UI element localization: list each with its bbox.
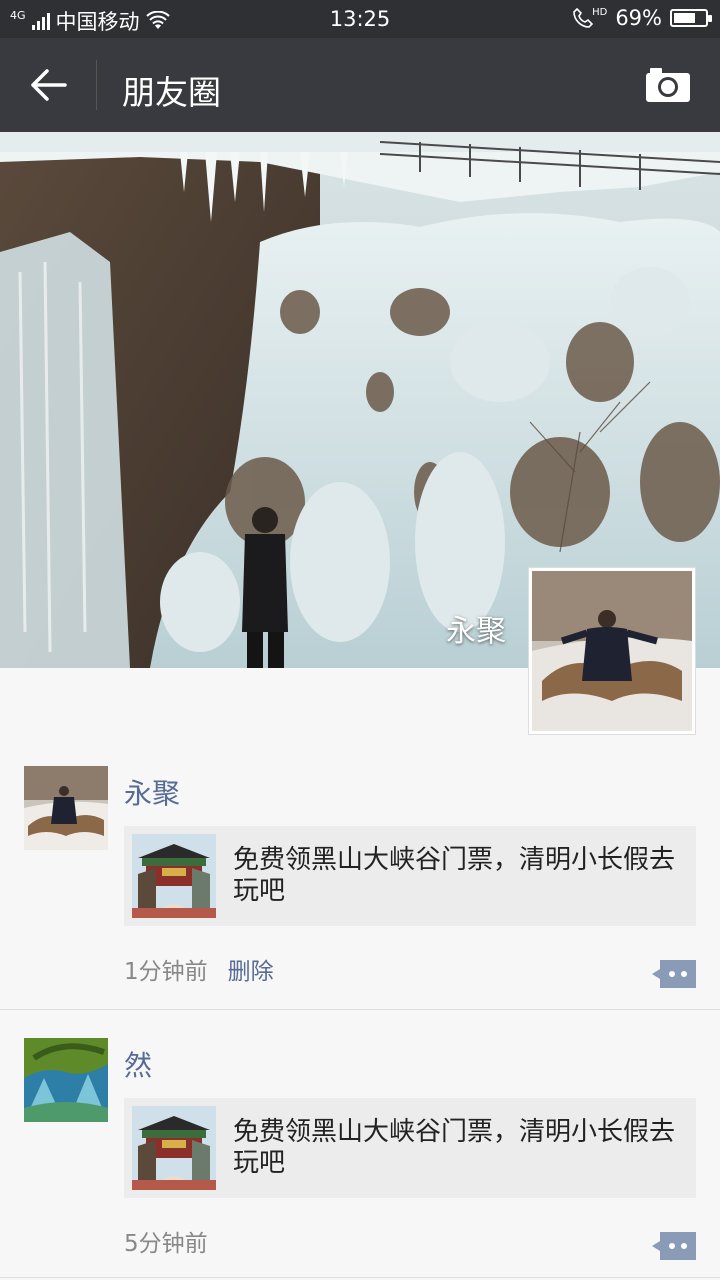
author-avatar[interactable]: [24, 1038, 108, 1122]
post-time: 1分钟前: [124, 959, 208, 985]
page-title: 朋友圈: [122, 73, 221, 112]
shared-link-card[interactable]: 免费领黑山大峡谷门票，清明小长假去玩吧: [124, 1098, 696, 1198]
link-thumbnail: [132, 834, 216, 918]
moments-feed: 永聚 免费领黑山大峡谷门票，清明小长假去玩吧 1分钟前 删除 然 免费领黑山大峡…: [0, 738, 720, 1278]
hd-label: HD: [592, 6, 608, 18]
link-title: 免费领黑山大峡谷门票，清明小长假去玩吧: [233, 1117, 676, 1178]
post-meta: 5分钟前: [124, 1224, 208, 1258]
battery-icon: [670, 9, 712, 27]
author-avatar[interactable]: [24, 766, 108, 850]
post-author[interactable]: 然: [124, 1044, 152, 1084]
shared-link-card[interactable]: 免费领黑山大峡谷门票，清明小长假去玩吧: [124, 826, 696, 926]
gate-thumbnail-image: [132, 834, 216, 918]
avatar-image: [24, 1038, 108, 1122]
title-divider: [96, 60, 97, 110]
link-thumbnail: [132, 1106, 216, 1190]
battery-percent: 69%: [615, 6, 662, 30]
post-item: 永聚 免费领黑山大峡谷门票，清明小长假去玩吧 1分钟前 删除: [0, 738, 720, 1010]
status-bar: 4G 中国移动 13:25 HD 69%: [0, 0, 720, 38]
status-right: HD 69%: [572, 6, 712, 30]
post-item: 然 免费领黑山大峡谷门票，清明小长假去玩吧 5分钟前: [0, 1010, 720, 1278]
cover-user-name: 永聚: [446, 614, 506, 649]
comment-icon[interactable]: [652, 1232, 696, 1260]
camera-button[interactable]: [640, 60, 696, 110]
title-bar: 朋友圈: [0, 38, 720, 132]
gate-thumbnail-image: [132, 1106, 216, 1190]
camera-icon: [646, 68, 690, 102]
post-author[interactable]: 永聚: [124, 772, 180, 812]
post-time: 5分钟前: [124, 1231, 208, 1257]
back-button[interactable]: [24, 60, 74, 110]
phone-call-icon: [573, 7, 594, 28]
arrow-left-icon: [31, 69, 67, 101]
delete-button[interactable]: 删除: [228, 952, 274, 986]
comment-icon[interactable]: [652, 960, 696, 988]
link-title: 免费领黑山大峡谷门票，清明小长假去玩吧: [233, 845, 676, 906]
my-avatar-image: [532, 571, 692, 731]
my-avatar[interactable]: [528, 567, 696, 735]
post-meta: 1分钟前 删除: [124, 952, 274, 986]
avatar-image: [24, 766, 108, 850]
battery-fill: [674, 13, 695, 23]
